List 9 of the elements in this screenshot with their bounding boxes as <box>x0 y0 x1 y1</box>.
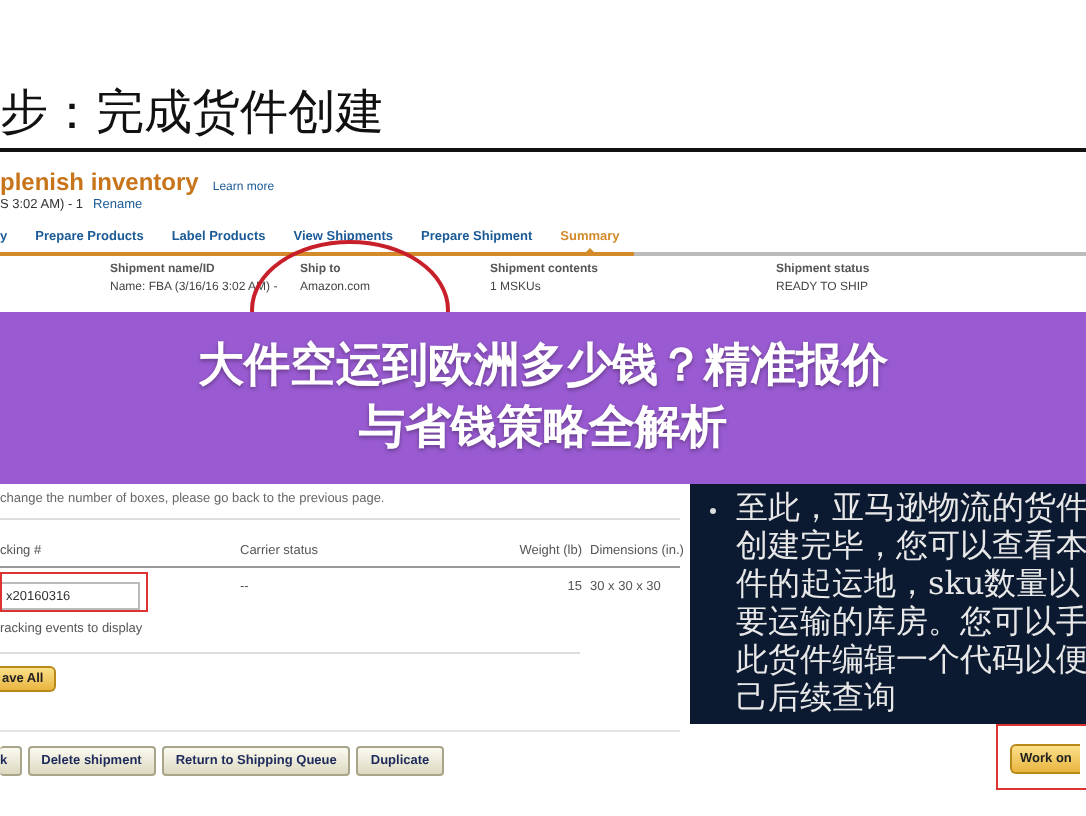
callout-line: 件的起运地，sku数量以 <box>736 564 1083 602</box>
banner-title: 与省钱策略全解析 <box>359 400 727 458</box>
callout-line: 己后续查询 <box>736 678 898 716</box>
slide-heading: 步：完成货件创建 <box>0 82 384 142</box>
bullet-icon <box>710 508 716 514</box>
callout-line: 此货件编辑一个代码以便 <box>736 640 1086 678</box>
callout-line: 要运输的库房。您可以手 <box>736 602 1086 640</box>
page-title: plenish inventory <box>0 168 199 196</box>
banner-title: 大件空运到欧洲多少钱？精准报价 <box>198 338 888 396</box>
